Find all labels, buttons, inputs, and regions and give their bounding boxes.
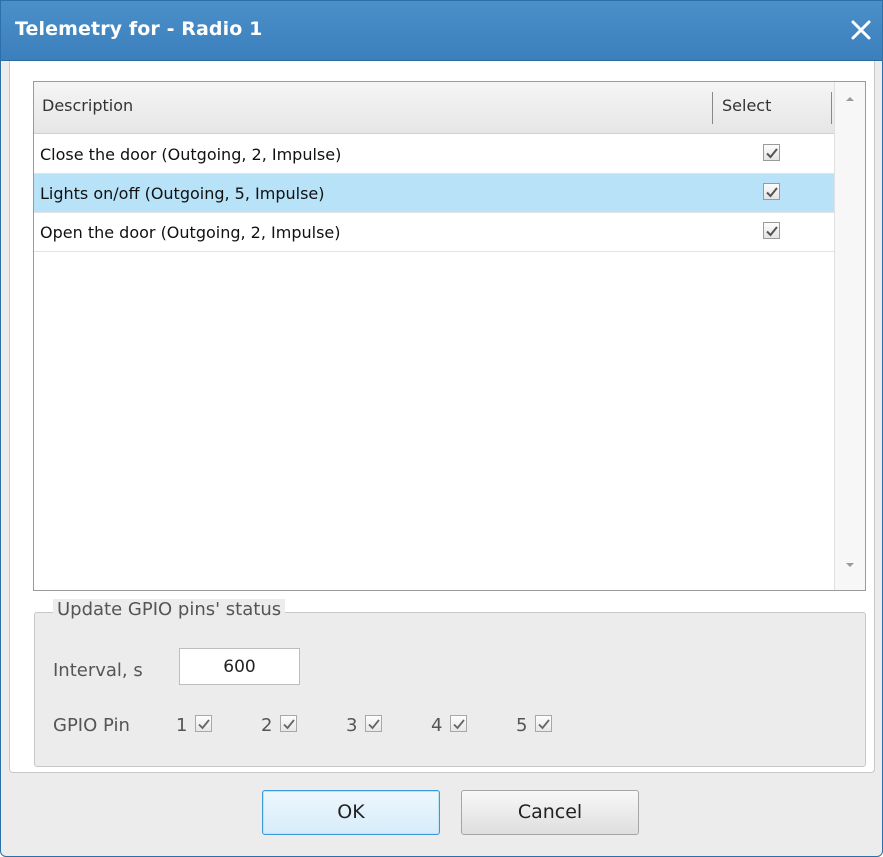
group-legend: Update GPIO pins' status — [53, 599, 286, 620]
gpio-pin-checkbox[interactable] — [195, 715, 212, 732]
telemetry-dialog: Telemetry for - Radio 1 Description Sele… — [0, 0, 883, 857]
row-select-checkbox[interactable] — [763, 144, 780, 161]
ok-button[interactable]: OK — [262, 790, 440, 835]
row-select-checkbox[interactable] — [763, 183, 780, 200]
gpio-pin-number: 1 — [176, 715, 188, 736]
scroll-up-arrow-icon[interactable] — [844, 94, 856, 104]
column-separator[interactable] — [712, 92, 713, 124]
interval-label: Interval, s — [53, 660, 143, 681]
telemetry-table: Description Select Close the door (Outgo… — [33, 81, 866, 591]
gpio-pin-checkbox[interactable] — [280, 715, 297, 732]
gpio-pin-number: 4 — [431, 715, 443, 736]
row-select-checkbox[interactable] — [763, 222, 780, 239]
close-icon — [851, 20, 871, 40]
gpio-pin-number: 5 — [516, 715, 528, 736]
dialog-title: Telemetry for - Radio 1 — [15, 18, 263, 40]
cancel-button[interactable]: Cancel — [461, 790, 639, 835]
column-header-select[interactable]: Select — [722, 96, 771, 115]
row-description: Lights on/off (Outgoing, 5, Impulse) — [40, 184, 325, 203]
column-separator[interactable] — [831, 92, 832, 124]
gpio-pin-checkbox[interactable] — [535, 715, 552, 732]
scroll-down-arrow-icon[interactable] — [844, 560, 856, 570]
gpio-pin-number: 3 — [346, 715, 358, 736]
table-row[interactable]: Close the door (Outgoing, 2, Impulse) — [34, 135, 834, 174]
close-button[interactable] — [846, 15, 876, 45]
title-bar: Telemetry for - Radio 1 — [1, 1, 882, 61]
column-header-description[interactable]: Description — [42, 96, 133, 115]
interval-input[interactable] — [179, 648, 300, 685]
table-row[interactable]: Open the door (Outgoing, 2, Impulse) — [34, 213, 834, 252]
row-description: Open the door (Outgoing, 2, Impulse) — [40, 223, 341, 242]
gpio-pin-number: 2 — [261, 715, 273, 736]
vertical-scrollbar[interactable] — [834, 82, 865, 590]
gpio-update-group: Update GPIO pins' status Interval, s GPI… — [34, 599, 866, 767]
row-description: Close the door (Outgoing, 2, Impulse) — [40, 145, 342, 164]
table-header: Description Select — [34, 82, 834, 134]
gpio-pin-checkbox[interactable] — [450, 715, 467, 732]
gpio-pin-label: GPIO Pin — [53, 715, 130, 736]
gpio-pin-checkbox[interactable] — [365, 715, 382, 732]
table-row[interactable]: Lights on/off (Outgoing, 5, Impulse) — [34, 174, 834, 213]
